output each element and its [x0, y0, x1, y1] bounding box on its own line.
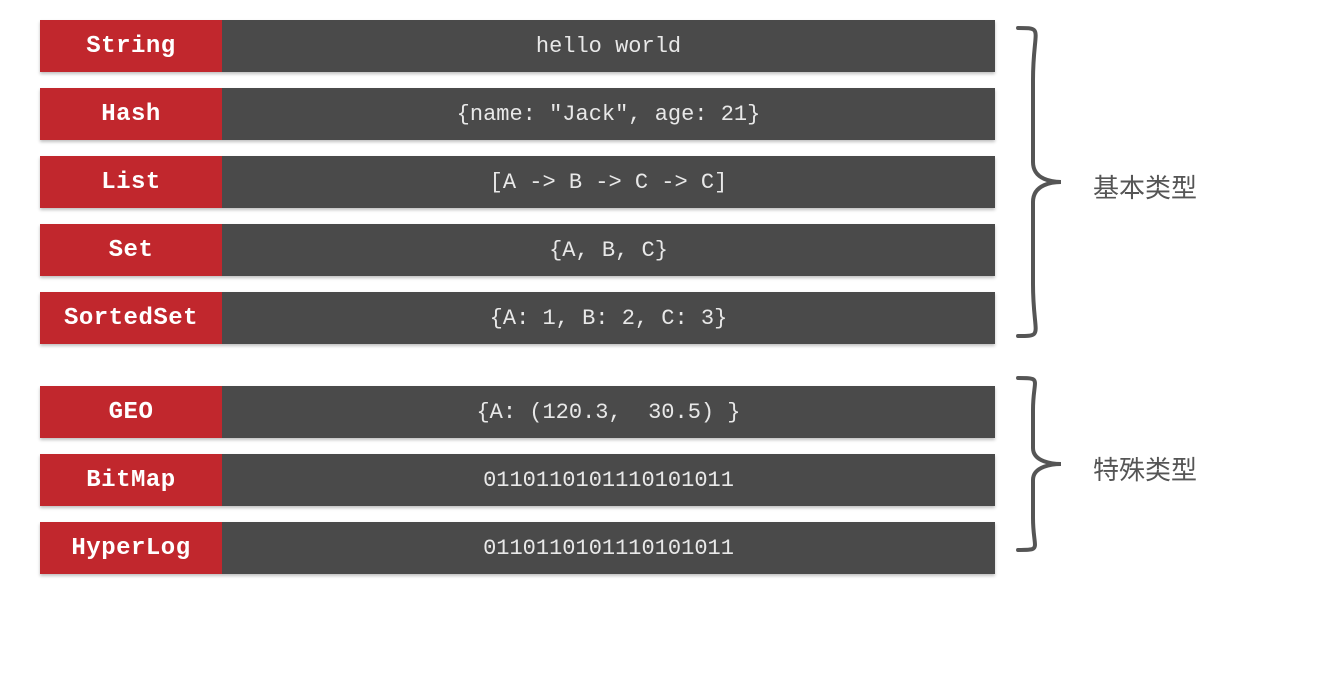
annotations-column: 基本类型 特殊类型	[1013, 20, 1313, 660]
type-label: Set	[40, 224, 222, 276]
brace-icon	[1013, 370, 1068, 558]
data-row: HyperLog 0110110101110101011	[40, 522, 995, 574]
group-annotation: 特殊类型	[1093, 450, 1197, 487]
type-example: {A: (120.3, 30.5) }	[222, 386, 995, 438]
type-label: BitMap	[40, 454, 222, 506]
data-row: SortedSet {A: 1, B: 2, C: 3}	[40, 292, 995, 344]
type-label: GEO	[40, 386, 222, 438]
type-label: Hash	[40, 88, 222, 140]
type-label: String	[40, 20, 222, 72]
type-label: HyperLog	[40, 522, 222, 574]
data-row: String hello world	[40, 20, 995, 72]
group-annotation: 基本类型	[1093, 168, 1197, 205]
data-row: Set {A, B, C}	[40, 224, 995, 276]
data-row: GEO {A: (120.3, 30.5) }	[40, 386, 995, 438]
type-label: List	[40, 156, 222, 208]
data-row: Hash {name: "Jack", age: 21}	[40, 88, 995, 140]
type-example: {A: 1, B: 2, C: 3}	[222, 292, 995, 344]
type-example: hello world	[222, 20, 995, 72]
type-label: SortedSet	[40, 292, 222, 344]
data-row: BitMap 0110110101110101011	[40, 454, 995, 506]
type-example: {name: "Jack", age: 21}	[222, 88, 995, 140]
diagram-container: String hello world Hash {name: "Jack", a…	[40, 20, 1327, 660]
type-example: [A -> B -> C -> C]	[222, 156, 995, 208]
brace-icon	[1013, 20, 1068, 344]
rows-column: String hello world Hash {name: "Jack", a…	[40, 20, 995, 574]
type-example: {A, B, C}	[222, 224, 995, 276]
type-example: 0110110101110101011	[222, 454, 995, 506]
type-example: 0110110101110101011	[222, 522, 995, 574]
data-row: List [A -> B -> C -> C]	[40, 156, 995, 208]
